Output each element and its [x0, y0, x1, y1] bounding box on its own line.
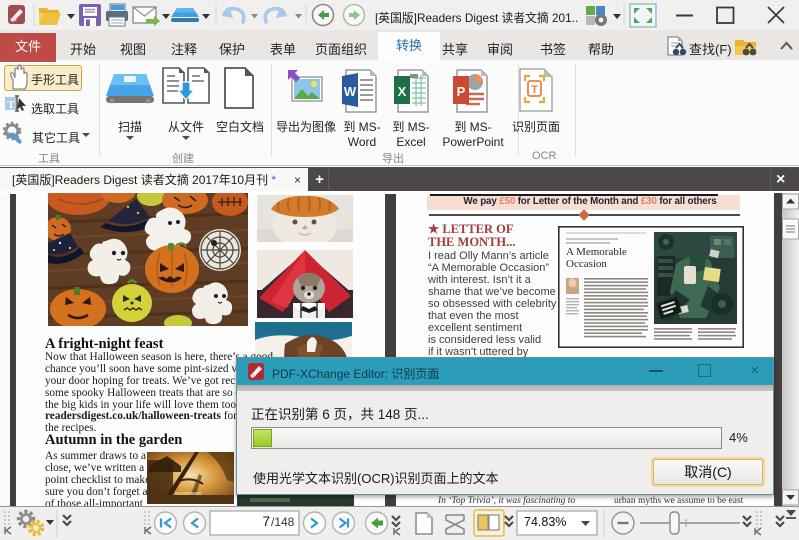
svg-text:T: T	[531, 84, 538, 96]
svg-text:T: T	[7, 99, 15, 111]
svg-text:A Memorable: A Memorable	[566, 246, 627, 258]
svg-text:X: X	[398, 84, 407, 99]
svg-text:P: P	[457, 84, 466, 99]
svg-text:Occasion: Occasion	[566, 258, 607, 270]
svg-text:W: W	[344, 84, 357, 99]
